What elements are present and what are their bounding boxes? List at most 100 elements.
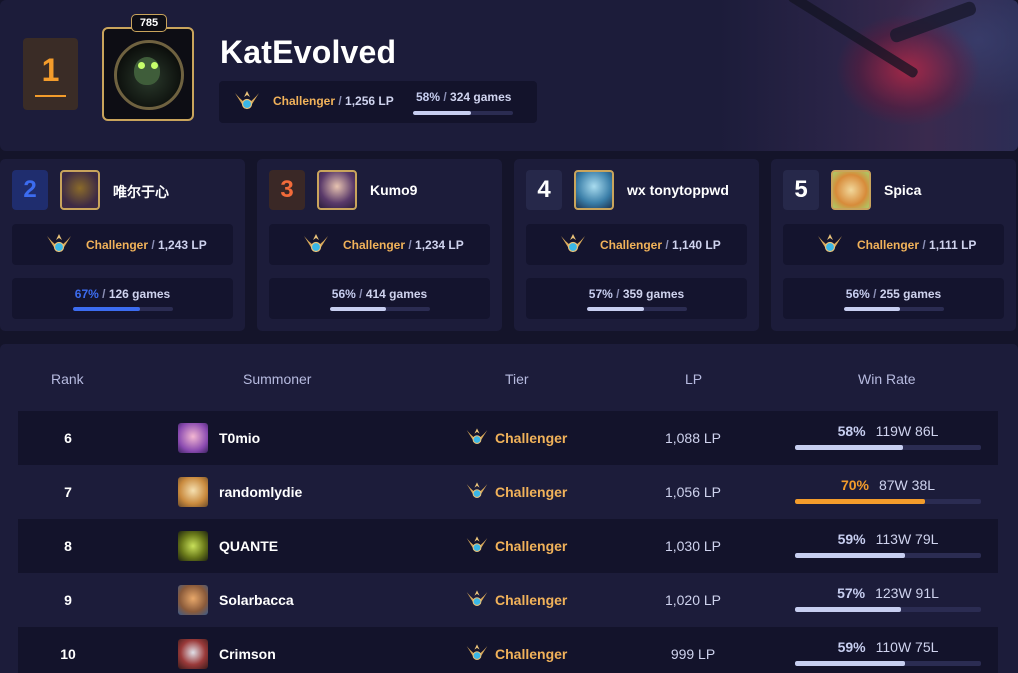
player-card-rank-3[interactable]: 3 Kumo9 Challenger / 1,234 LP 56% / 414 …: [257, 159, 502, 331]
winrate-bar: [844, 307, 944, 311]
winrate-percent: 57%: [837, 585, 866, 601]
table-row[interactable]: 8 QUANTE Challenger 1,030 LP 59% 113W 79L: [18, 519, 998, 573]
tier-panel: Challenger / 1,243 LP: [12, 224, 233, 265]
winrate-bar: [330, 307, 430, 311]
table-row[interactable]: 7 randomlydie Challenger 1,056 LP 70% 87W…: [18, 465, 998, 519]
winrate-text: 58% / 324 games: [416, 90, 512, 104]
lp-value: 1,140 LP: [672, 238, 721, 252]
win-loss: 87W 38L: [878, 477, 936, 493]
winrate-percent: 59%: [837, 639, 866, 655]
table-row[interactable]: 10 Crimson Challenger 999 LP 59% 110W 75L: [18, 627, 998, 673]
tier-name: Challenger: [600, 238, 663, 252]
winrate-panel: 67% / 126 games: [12, 278, 233, 319]
winrate-text: 67% / 126 games: [74, 287, 171, 301]
avatar[interactable]: [178, 585, 208, 615]
winrate-bar: [795, 499, 981, 504]
summoner-name[interactable]: QUANTE: [219, 538, 278, 554]
tier-lp: Challenger / 1,243 LP: [86, 238, 207, 252]
tier-name: Challenger: [495, 538, 568, 554]
summoner-name[interactable]: 唯尔于心: [113, 182, 169, 202]
winrate-bar: [73, 307, 173, 311]
summoner-name[interactable]: Solarbacca: [219, 592, 294, 608]
tier-panel: Challenger / 1,140 LP: [526, 224, 747, 265]
column-header-rank[interactable]: Rank: [51, 371, 84, 387]
column-header-tier[interactable]: Tier: [505, 371, 529, 387]
summoner-name[interactable]: Spica: [884, 182, 921, 198]
avatar[interactable]: [102, 27, 194, 121]
lp-value: 1,111 LP: [929, 238, 977, 252]
champion-splash-art: [718, 0, 1018, 151]
stats-panel: Challenger / 1,256 LP 58% / 324 games: [219, 81, 537, 123]
winrate-panel: 56% / 414 games: [269, 278, 490, 319]
win-loss: 110W 75L: [875, 639, 939, 655]
challenger-emblem-icon: [465, 588, 489, 615]
games-count: 126 games: [108, 287, 171, 301]
winrate-percent: 56%: [331, 287, 356, 301]
winrate-text: 56% / 414 games: [331, 287, 428, 301]
tier-lp: Challenger / 1,111 LP: [857, 238, 977, 252]
winrate-percent: 67%: [74, 287, 99, 301]
win-loss: 113W 79L: [875, 531, 939, 547]
summoner-name[interactable]: KatEvolved: [220, 34, 396, 71]
winrate-bar: [795, 445, 981, 450]
challenger-emblem-icon: [559, 232, 587, 261]
win-loss: 123W 91L: [875, 585, 939, 601]
avatar[interactable]: [178, 531, 208, 561]
winrate-percent: 57%: [588, 287, 613, 301]
row-rank: 7: [64, 484, 72, 500]
row-rank: 6: [64, 430, 72, 446]
lp-value: 1,088 LP: [664, 430, 722, 446]
avatar[interactable]: [178, 639, 208, 669]
avatar[interactable]: [831, 170, 871, 210]
winrate-text: 56% / 255 games: [845, 287, 942, 301]
avatar[interactable]: [178, 477, 208, 507]
player-card-rank-4[interactable]: 4 wx tonytoppwd Challenger / 1,140 LP 57…: [514, 159, 759, 331]
tier-name: Challenger: [86, 238, 149, 252]
column-header-winrate[interactable]: Win Rate: [858, 371, 916, 387]
tier-lp: Challenger / 1,140 LP: [600, 238, 721, 252]
player-card-rank-2[interactable]: 2 唯尔于心 Challenger / 1,243 LP 67% / 126 g…: [0, 159, 245, 331]
summoner-name[interactable]: T0mio: [219, 430, 260, 446]
rank-badge: 5: [783, 170, 819, 210]
summoner-name[interactable]: randomlydie: [219, 484, 302, 500]
avatar[interactable]: [574, 170, 614, 210]
table-header: Rank Summoner Tier LP Win Rate: [0, 371, 1018, 389]
rank-badge: 4: [526, 170, 562, 210]
avatar[interactable]: [178, 423, 208, 453]
winrate-text: 57% / 359 games: [588, 287, 685, 301]
winrate-bar: [587, 307, 687, 311]
lp-value: 1,030 LP: [664, 538, 722, 554]
table-row[interactable]: 6 T0mio Challenger 1,088 LP 58% 119W 86L: [18, 411, 998, 465]
avatar[interactable]: [317, 170, 357, 210]
games-count: 324 games: [450, 90, 512, 104]
winrate-bar: [413, 111, 513, 115]
winrate-bar: [795, 607, 981, 612]
tier-name: Challenger: [857, 238, 920, 252]
tier-name: Challenger: [495, 484, 568, 500]
column-header-summoner[interactable]: Summoner: [243, 371, 311, 387]
tier-name: Challenger: [273, 94, 336, 108]
avatar[interactable]: [60, 170, 100, 210]
winrate-percent: 56%: [845, 287, 870, 301]
row-rank: 9: [64, 592, 72, 608]
winrate-percent: 59%: [837, 531, 866, 547]
tier-name: Challenger: [495, 430, 568, 446]
lp-value: 1,234 LP: [415, 238, 464, 252]
games-count: 255 games: [879, 287, 942, 301]
win-loss: 119W 86L: [875, 423, 939, 439]
summoner-name[interactable]: Crimson: [219, 646, 276, 662]
summoner-name[interactable]: Kumo9: [370, 182, 417, 198]
rank-number: 1: [41, 52, 60, 88]
tier-lp: Challenger / 1,234 LP: [343, 238, 464, 252]
winrate-text: 58% 119W 86L: [795, 423, 981, 439]
table-row[interactable]: 9 Solarbacca Challenger 1,020 LP 57% 123W…: [18, 573, 998, 627]
winrate-panel: 57% / 359 games: [526, 278, 747, 319]
top-player-card[interactable]: 1 785 KatEvolved Challenger / 1,256 LP 5…: [0, 0, 1018, 151]
winrate-text: 70% 87W 38L: [795, 477, 981, 493]
lp-value: 1,243 LP: [158, 238, 207, 252]
player-card-rank-5[interactable]: 5 Spica Challenger / 1,111 LP 56% / 255 …: [771, 159, 1016, 331]
summoner-name[interactable]: wx tonytoppwd: [627, 182, 729, 198]
column-header-lp[interactable]: LP: [685, 371, 702, 387]
rank-badge: 1: [23, 38, 78, 110]
rank-badge: 3: [269, 170, 305, 210]
